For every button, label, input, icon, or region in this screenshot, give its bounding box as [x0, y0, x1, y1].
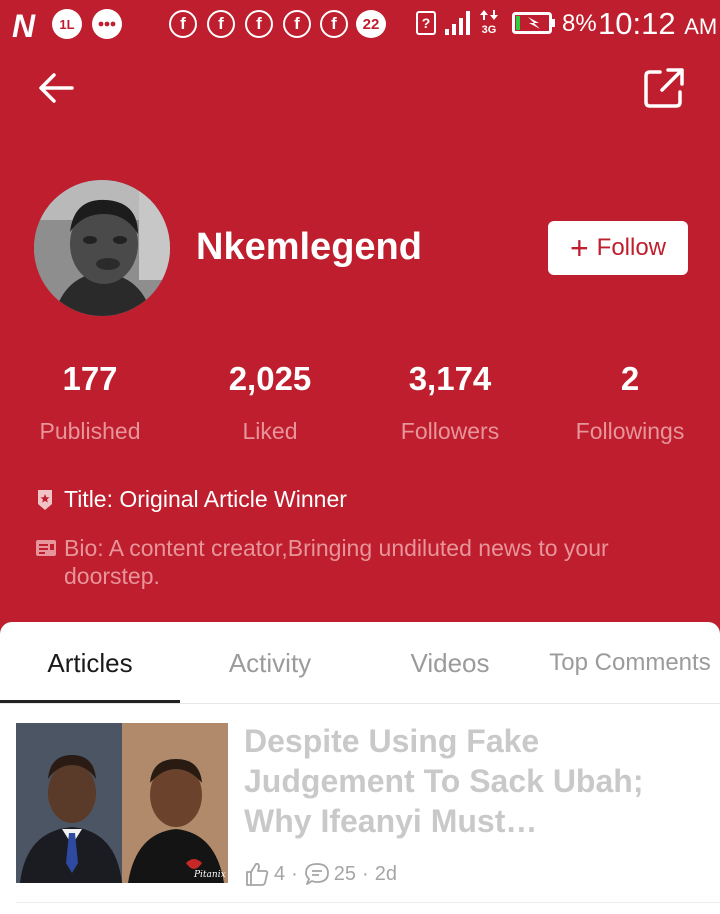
clock-time: 10:12 — [598, 6, 676, 41]
arrow-left-icon[interactable] — [36, 68, 76, 108]
plus-icon: + — [569, 230, 589, 266]
stat-value: 2 — [620, 360, 640, 397]
external-share-icon[interactable] — [642, 66, 686, 110]
stat-label: Liked — [242, 418, 298, 444]
avatar[interactable] — [34, 180, 170, 316]
meta-separator: · — [291, 862, 298, 885]
status-bar: N 1L f f f f f 22 ? 3G 8% 10:12 AM — [0, 0, 720, 52]
watermark-text: Pitanix — [193, 870, 226, 880]
stat-label: Published — [39, 418, 141, 444]
battery-percentage: 8% — [562, 10, 597, 37]
article-thumbnail-image: Pitanix — [16, 723, 228, 883]
signal-strength-icon — [445, 11, 470, 35]
stat-published[interactable]: 177 Published — [0, 360, 180, 445]
list-divider — [16, 902, 720, 903]
stat-followings[interactable]: 2 Followings — [540, 360, 720, 445]
clock: 10:12 AM — [598, 6, 717, 42]
network-type-label: 3G — [481, 24, 497, 36]
facebook-icon: f — [245, 10, 273, 38]
stat-followers[interactable]: 3,174 Followers — [360, 360, 540, 445]
username: Nkemlegend — [196, 226, 422, 268]
app-notification-icon: 1L — [52, 9, 82, 39]
follow-button[interactable]: + Follow — [548, 221, 688, 275]
tab-videos[interactable]: Videos — [360, 622, 540, 704]
tab-articles[interactable]: Articles — [0, 622, 180, 704]
sim-unknown-icon: ? — [416, 11, 436, 35]
stat-liked[interactable]: 2,025 Liked — [180, 360, 360, 445]
article-meta: 4 · 25 · 2d — [244, 861, 397, 887]
stat-label: Followings — [575, 418, 685, 444]
like-count: 4 — [274, 862, 286, 885]
profile-title-text: Title: Original Article Winner — [64, 486, 347, 512]
profile-title: Title: Original Article Winner — [36, 486, 347, 513]
article-thumbnail[interactable]: Pitanix — [16, 723, 228, 883]
stat-value: 177 — [62, 360, 118, 397]
profile-bio-text: Bio: A content creator,Bringing undilute… — [64, 535, 609, 589]
article-title[interactable]: Despite Using Fake Judgement To Sack Uba… — [244, 721, 704, 841]
comment-icon[interactable] — [304, 861, 330, 887]
messaging-icon — [92, 9, 122, 39]
meta-separator: · — [362, 862, 369, 885]
stat-label: Followers — [400, 418, 500, 444]
network-type-icon: 3G — [479, 10, 499, 37]
stat-value: 3,174 — [408, 360, 492, 397]
tab-top-comments[interactable]: Top Comments — [540, 622, 720, 704]
badge-icon — [38, 489, 52, 510]
carrier-logo-icon: N — [12, 8, 35, 44]
clock-ampm: AM — [684, 14, 718, 39]
article-age: 2d — [374, 862, 397, 885]
thumbs-up-icon[interactable] — [244, 861, 270, 887]
avatar-photo — [34, 180, 170, 316]
active-tab-indicator — [0, 700, 180, 703]
data-arrows-icon — [480, 10, 498, 20]
facebook-icon: f — [283, 10, 311, 38]
profile-header: N 1L f f f f f 22 ? 3G 8% 10:12 AM Nkeml… — [0, 0, 720, 640]
id-card-icon — [36, 540, 56, 556]
stat-value: 2,025 — [228, 360, 312, 397]
facebook-icon: f — [169, 10, 197, 38]
list-item[interactable]: Pitanix Despite Using Fake Judgement To … — [0, 705, 720, 905]
battery-charging-icon — [512, 12, 555, 34]
comment-count: 25 — [333, 862, 357, 885]
follow-label: Follow — [596, 234, 667, 261]
facebook-icon: f — [320, 10, 348, 38]
content-tabs: Articles Activity Videos Top Comments — [0, 622, 720, 704]
facebook-icon: f — [207, 10, 235, 38]
profile-bio: Bio: A content creator,Bringing undilute… — [36, 534, 676, 590]
tab-activity[interactable]: Activity — [180, 622, 360, 704]
notification-count-badge: 22 — [356, 10, 386, 38]
